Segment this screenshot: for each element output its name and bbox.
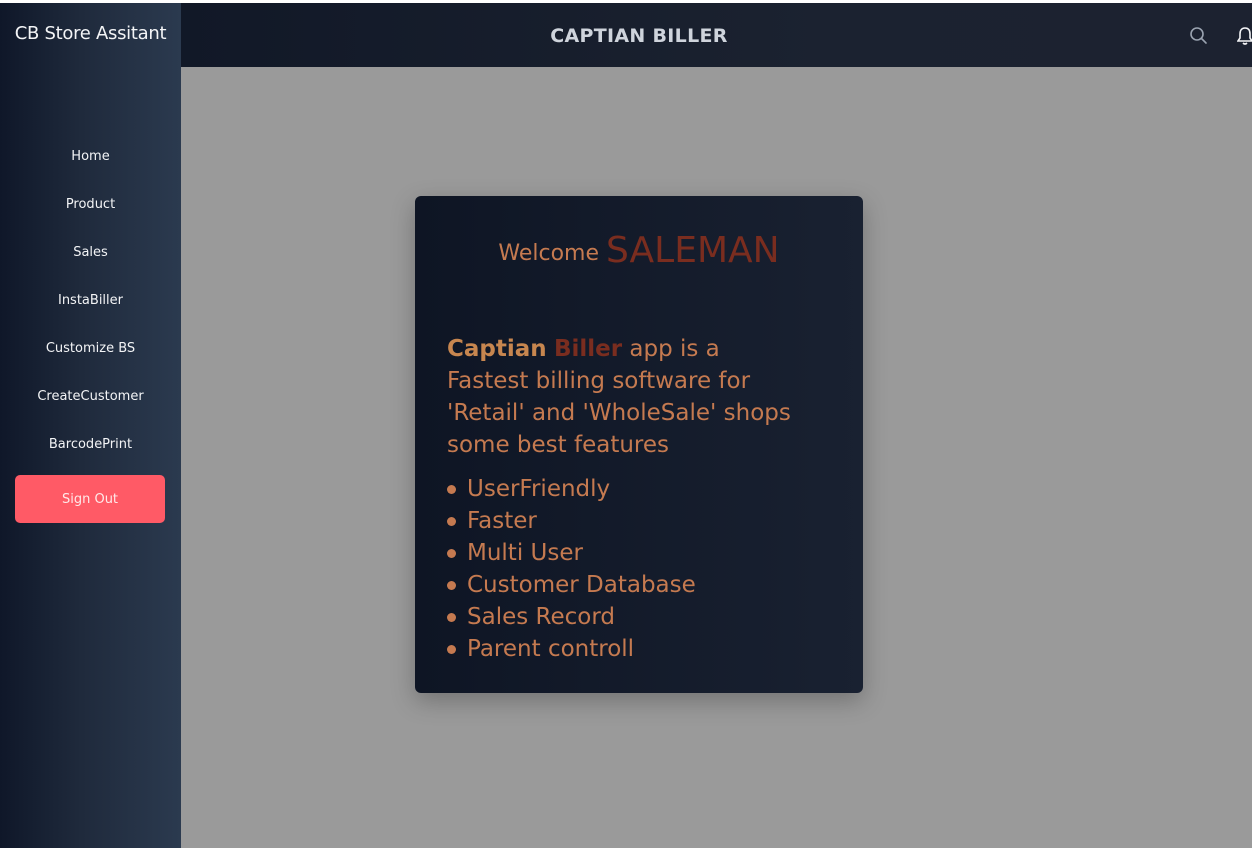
welcome-heading: Welcome SALEMAN: [415, 230, 863, 271]
bell-icon[interactable]: [1236, 25, 1252, 47]
brand-title: CB Store Assitant: [14, 23, 167, 44]
list-item: Multi User: [447, 537, 696, 569]
list-item: UserFriendly: [447, 473, 696, 505]
sidebar-item-home[interactable]: Home: [0, 145, 181, 193]
sidebar-item-product[interactable]: Product: [0, 193, 181, 241]
sidebar-nav: Home Product Sales InstaBiller Customize…: [0, 145, 181, 481]
sidebar-item-barcode-print[interactable]: BarcodePrint: [0, 433, 181, 481]
app-description: Captian Biller app is a Fastest billing …: [447, 333, 807, 461]
sidebar-item-customize-bs[interactable]: Customize BS: [0, 337, 181, 385]
sign-out-button[interactable]: Sign Out: [15, 475, 165, 523]
list-item: Faster: [447, 505, 696, 537]
sidebar-item-sales[interactable]: Sales: [0, 241, 181, 289]
feature-list: UserFriendly Faster Multi User Customer …: [447, 473, 696, 665]
search-icon[interactable]: [1188, 25, 1210, 47]
page-title: CAPTIAN BILLER: [550, 25, 728, 47]
top-header: CAPTIAN BILLER: [181, 3, 1252, 67]
list-item: Parent controll: [447, 633, 696, 665]
welcome-card: Welcome SALEMAN Captian Biller app is a …: [415, 196, 863, 693]
app-root: CB Store Assitant Home Product Sales Ins…: [0, 3, 1252, 848]
list-item: Sales Record: [447, 601, 696, 633]
sidebar-item-instabiller[interactable]: InstaBiller: [0, 289, 181, 337]
sidebar-item-create-customer[interactable]: CreateCustomer: [0, 385, 181, 433]
user-role: SALEMAN: [606, 230, 780, 271]
welcome-text: Welcome: [498, 241, 600, 266]
list-item: Customer Database: [447, 569, 696, 601]
sidebar: CB Store Assitant Home Product Sales Ins…: [0, 3, 181, 848]
brand-word-biller: Biller: [553, 336, 623, 362]
brand-word-captian: Captian: [447, 336, 547, 362]
